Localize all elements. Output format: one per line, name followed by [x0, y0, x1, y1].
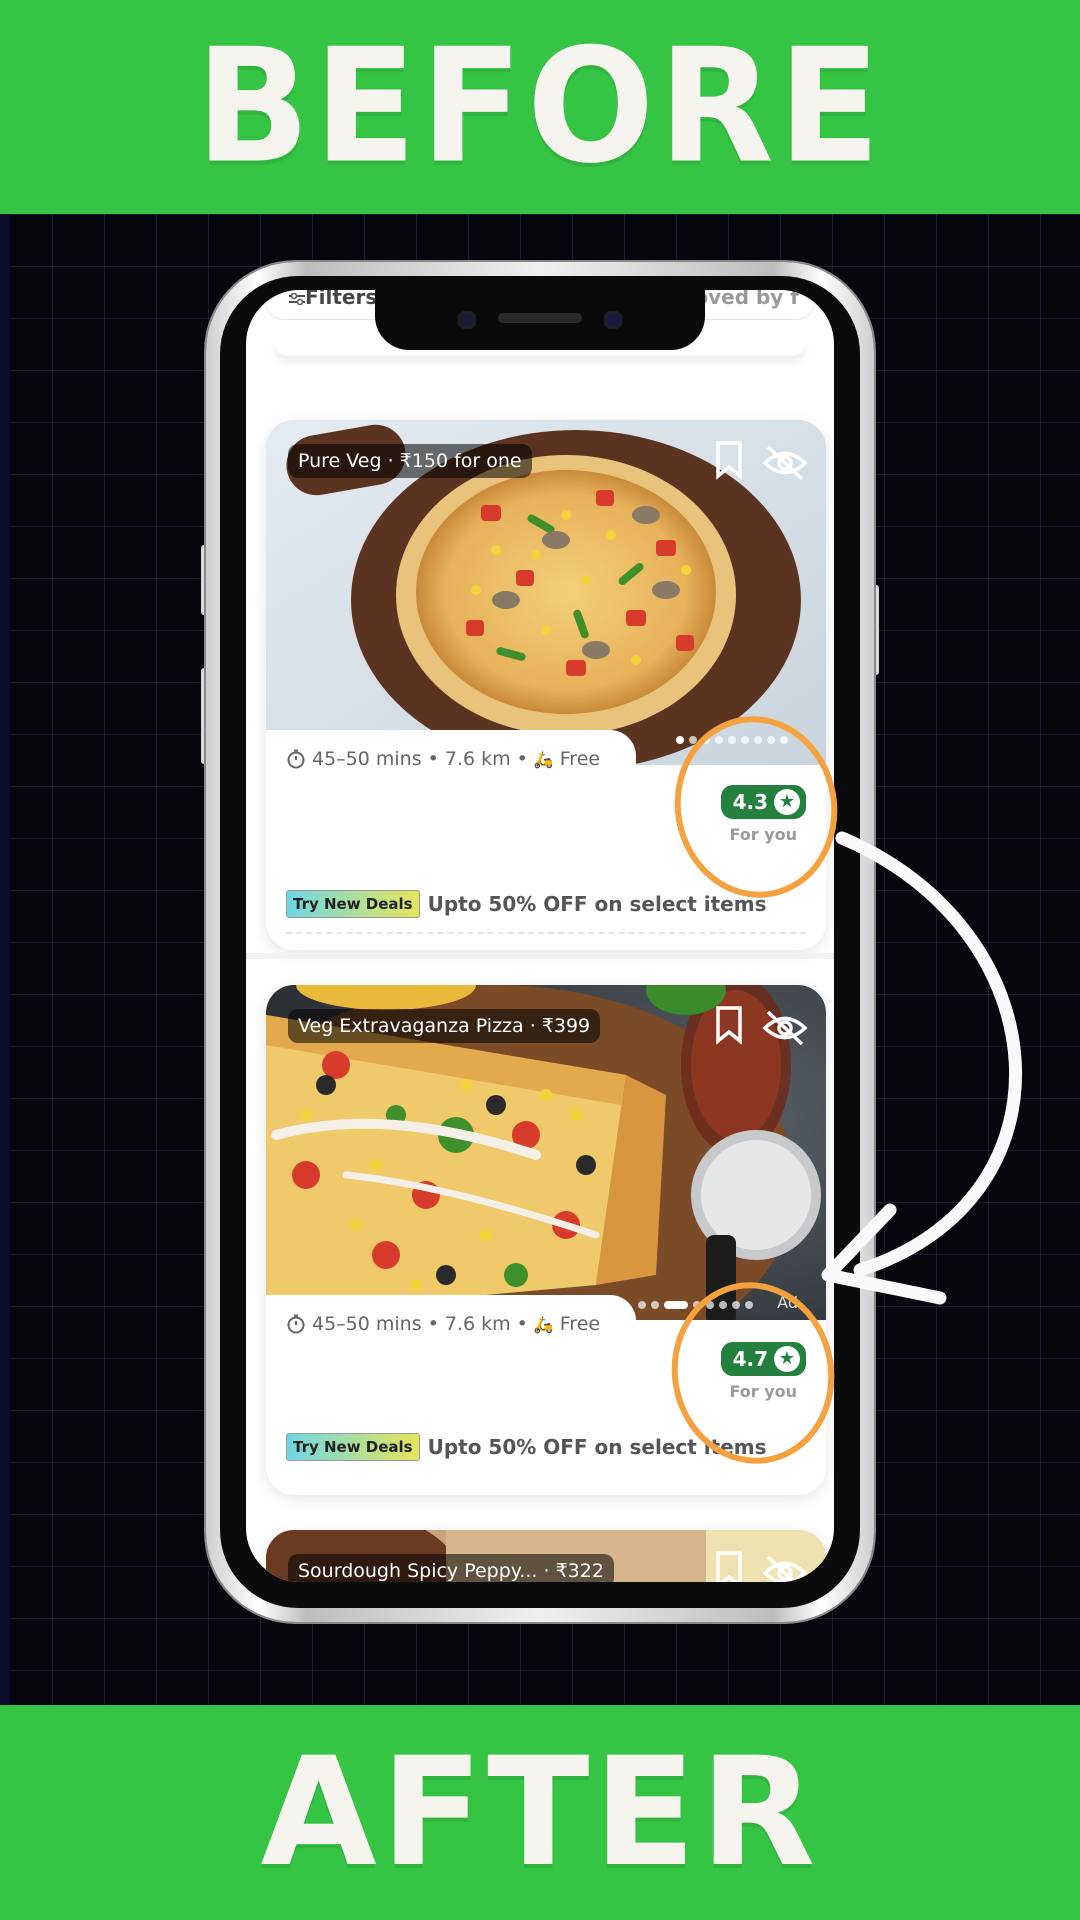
scooter-icon: 🛵 [533, 749, 554, 769]
restaurant-card[interactable]: Sourdough Spicy Peppy... · ₹322 [266, 1530, 826, 1582]
delivery-fee: Free [559, 748, 601, 770]
restaurant-photo[interactable]: Sourdough Spicy Peppy... · ₹322 [266, 1530, 826, 1582]
delivery-time: 45–50 mins [312, 748, 422, 770]
distance: 7.6 km [444, 1313, 511, 1335]
clock-icon [287, 1314, 305, 1334]
after-banner: AFTER [0, 1705, 1080, 1920]
scooter-icon: 🛵 [533, 1314, 554, 1334]
restaurant-photo[interactable]: Pure Veg · ₹150 for one [266, 420, 826, 765]
before-title: BEFORE [195, 15, 885, 199]
phone-speaker [498, 313, 582, 323]
deal-tag: Try New Deals [286, 890, 420, 918]
restaurant-photo[interactable]: Veg Extravaganza Pizza · ₹399 Ad [266, 985, 826, 1320]
bookmark-icon[interactable] [714, 440, 744, 480]
restaurant-tag: Sourdough Spicy Peppy... · ₹322 [288, 1554, 614, 1582]
phone-camera-icon [458, 311, 476, 329]
after-title: AFTER [260, 1725, 820, 1900]
delivery-meta: 45–50 mins • 7.6 km • 🛵 Free [266, 730, 637, 782]
filters-button[interactable]: Filters [305, 290, 377, 309]
clock-icon [287, 749, 305, 769]
divider [286, 932, 806, 934]
deal-row[interactable]: Try New Deals Upto 50% OFF on select ite… [286, 890, 767, 918]
deal-text: Upto 50% OFF on select items [427, 892, 767, 916]
filter-icon[interactable] [289, 293, 305, 305]
hide-icon[interactable] [762, 1554, 808, 1582]
separator [246, 953, 834, 959]
restaurant-tag: Pure Veg · ₹150 for one [288, 444, 532, 478]
delivery-time: 45–50 mins [312, 1313, 422, 1335]
delivery-fee: Free [559, 1313, 601, 1335]
phone-sensor-icon [604, 311, 622, 329]
hide-icon[interactable] [762, 1009, 808, 1047]
delivery-meta: 45–50 mins • 7.6 km • 🛵 Free [266, 1295, 637, 1347]
bookmark-icon[interactable] [714, 1550, 744, 1582]
bookmark-icon[interactable] [714, 1005, 744, 1045]
left-edge-strip [0, 214, 10, 1705]
distance: 7.6 km [444, 748, 511, 770]
deal-row[interactable]: Try New Deals Upto 50% OFF on select ite… [286, 1433, 767, 1461]
loved-by-chip[interactable]: oved by f [694, 290, 799, 309]
hide-icon[interactable] [762, 444, 808, 482]
restaurant-tag: Veg Extravaganza Pizza · ₹399 [288, 1009, 601, 1043]
deal-tag: Try New Deals [286, 1433, 420, 1461]
before-banner: BEFORE [0, 0, 1080, 214]
